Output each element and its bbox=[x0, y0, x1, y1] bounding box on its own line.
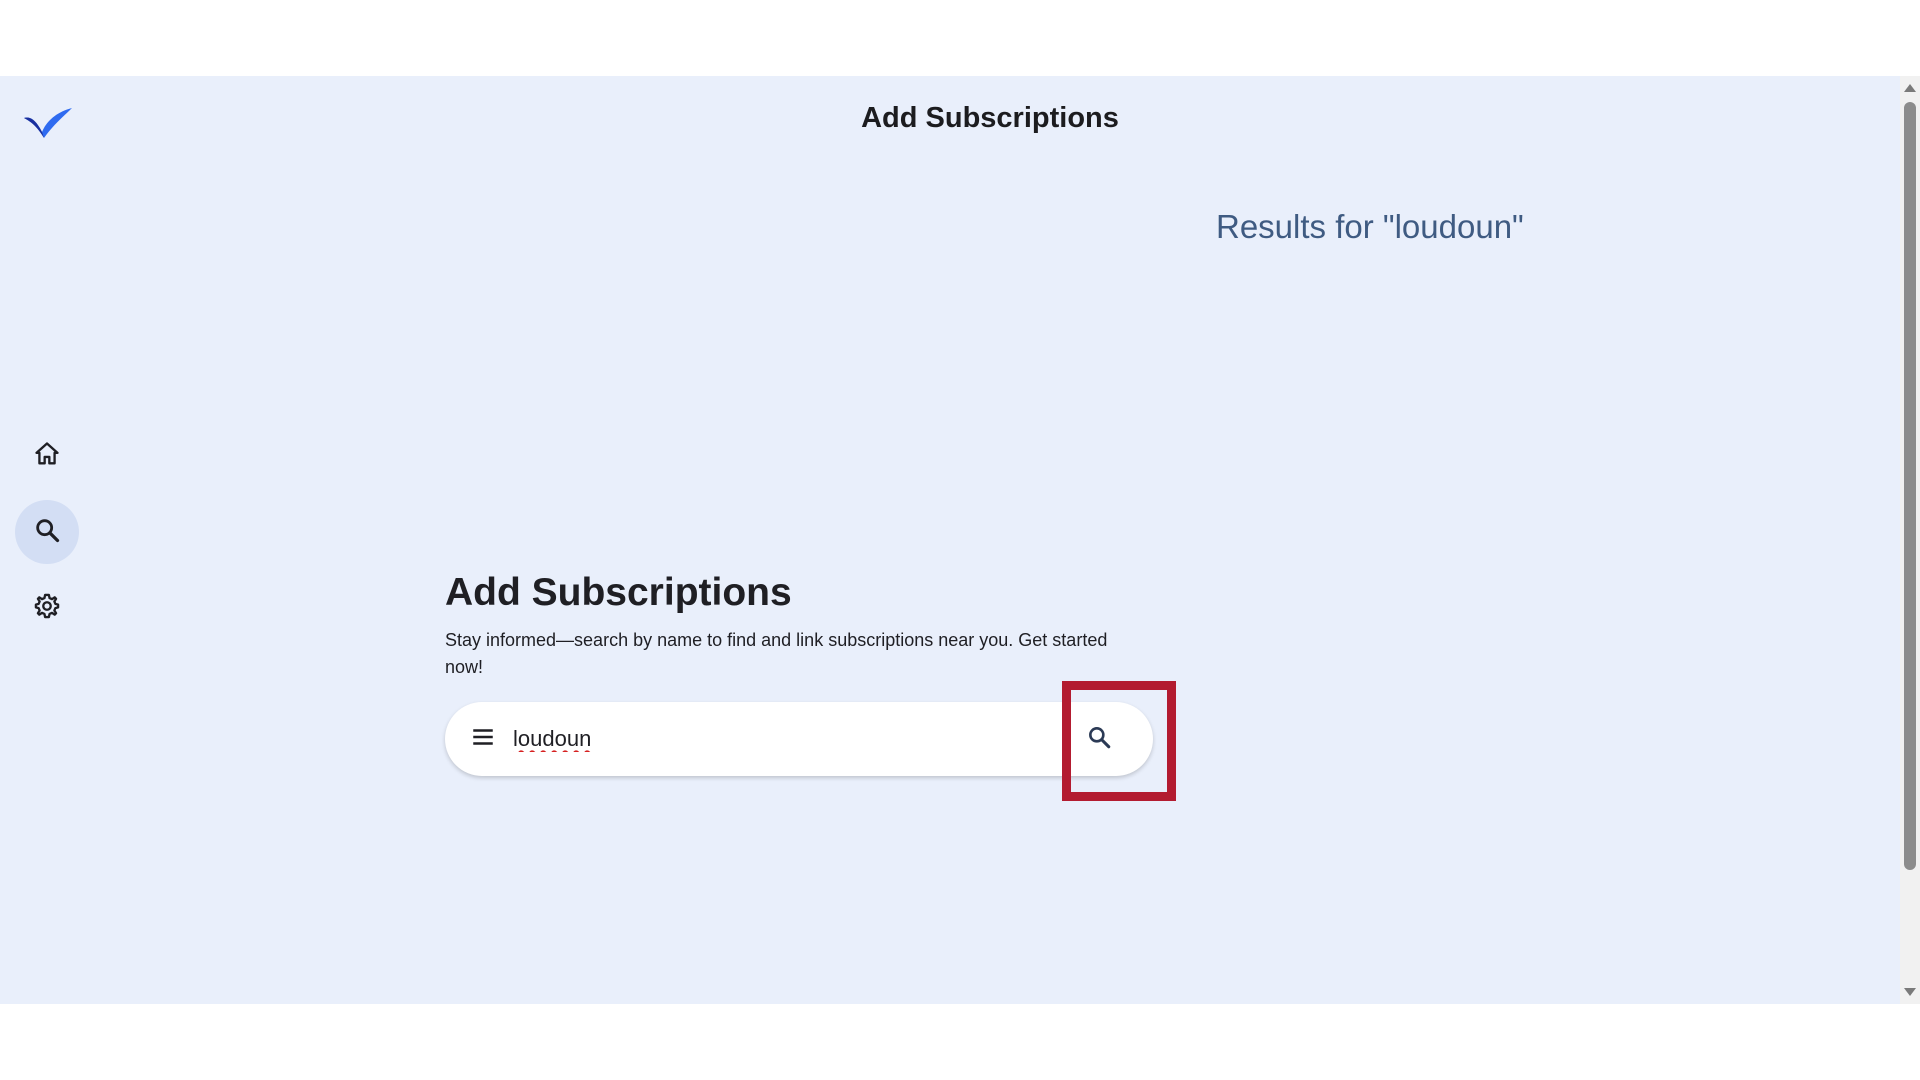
home-icon bbox=[33, 440, 61, 473]
nav-item-settings[interactable] bbox=[15, 576, 79, 640]
results-heading: Results for "loudoun" bbox=[1216, 208, 1524, 245]
section-title: Add Subscriptions bbox=[445, 571, 792, 614]
navigation-rail bbox=[15, 424, 79, 652]
search-icon bbox=[33, 516, 61, 549]
highlight-annotation-box bbox=[1062, 681, 1176, 801]
scrollbar-thumb[interactable] bbox=[1904, 102, 1916, 870]
nav-item-search[interactable] bbox=[15, 500, 79, 564]
search-bar bbox=[445, 702, 1153, 776]
app-container: Add Subscriptions Results for "loudoun" … bbox=[0, 76, 1900, 1004]
gear-icon bbox=[33, 592, 61, 625]
menu-icon bbox=[470, 724, 496, 755]
vertical-scrollbar[interactable] bbox=[1900, 76, 1920, 1004]
add-subscriptions-section: Add Subscriptions Stay informed—search b… bbox=[445, 570, 1145, 681]
search-input[interactable] bbox=[513, 720, 983, 758]
scroll-down-arrow-icon[interactable] bbox=[1904, 988, 1916, 996]
section-description: Stay informed—search by name to find and… bbox=[445, 629, 1108, 677]
scroll-up-arrow-icon[interactable] bbox=[1904, 84, 1916, 92]
nav-item-home[interactable] bbox=[15, 424, 79, 488]
page-title: Add Subscriptions bbox=[861, 102, 1119, 134]
menu-button[interactable] bbox=[459, 715, 507, 763]
